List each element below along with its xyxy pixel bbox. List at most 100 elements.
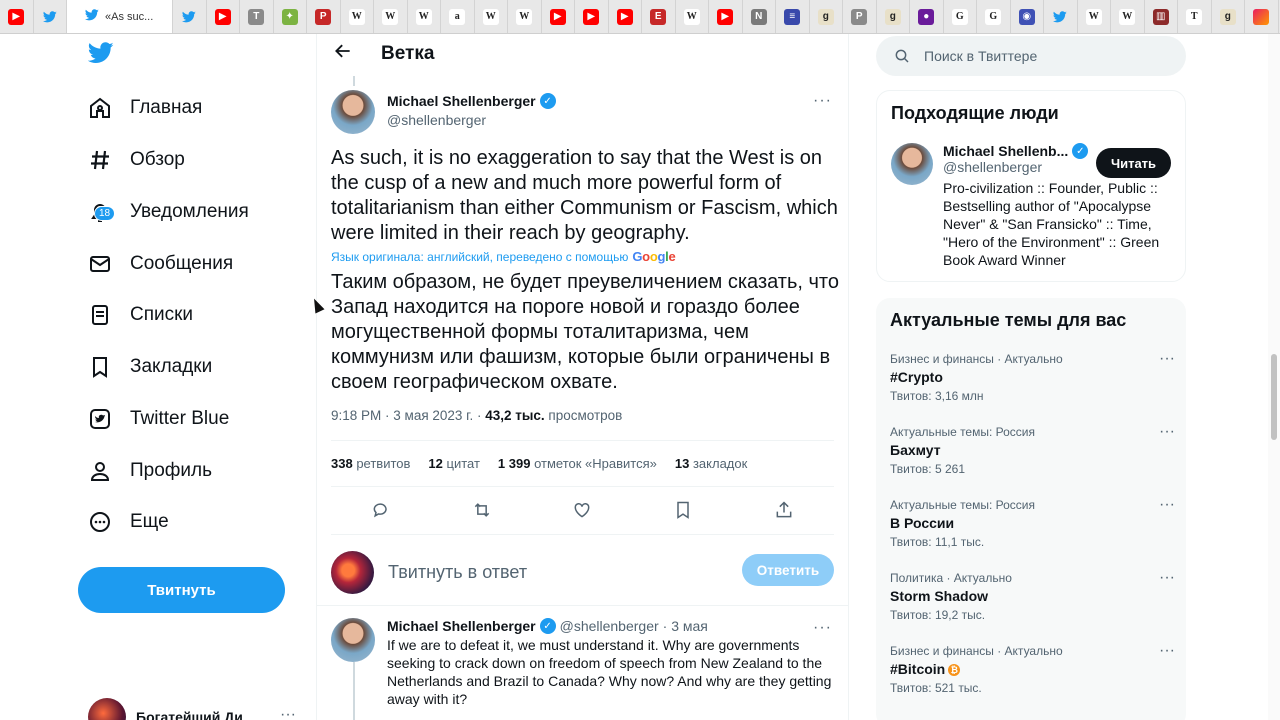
tweet-more-icon[interactable]: ··· [813,92,832,110]
nav-home[interactable]: Главная [88,88,202,128]
trend-more-icon[interactable]: ··· [1159,423,1175,441]
suggestion-name[interactable]: Michael Shellenb... [943,143,1068,159]
browser-tab[interactable]: g [1212,0,1245,33]
browser-tab[interactable]: T [1178,0,1212,33]
browser-tab[interactable]: W [508,0,542,33]
account-more-icon[interactable]: ··· [280,706,296,720]
browser-tab[interactable]: W [408,0,441,33]
browser-tab[interactable]: ▶ [575,0,609,33]
browser-tab[interactable]: P [307,0,341,33]
author-name[interactable]: Michael Shellenberger [387,93,536,109]
browser-tab-active[interactable]: «As suc... [67,0,173,33]
reply-icon[interactable] [371,500,391,525]
author-name[interactable]: Michael Shellenberger [387,618,536,634]
trend-item[interactable]: Актуальные темы: Россия В России Твитов:… [890,496,1175,549]
tab-title: «As suc... [105,10,154,23]
browser-tab[interactable]: ▶ [207,0,240,33]
translation-note[interactable]: Язык оригинала: английский, переведено с… [331,249,676,264]
likes-stat[interactable]: 1 399 отметок «Нравится» [498,456,657,471]
google-icon: G [985,8,1002,25]
bookmark-icon[interactable] [673,500,693,525]
browser-tab[interactable]: ▥ [1145,0,1178,33]
reply-tweet[interactable]: Michael Shellenberger ✓ @shellenberger ·… [331,618,837,708]
browser-tab[interactable]: P [843,0,877,33]
tweet-author[interactable]: Michael Shellenberger ✓ @shellenberger [331,90,556,134]
reply-button[interactable]: Ответить [742,554,834,586]
trend-item[interactable]: Актуальные темы: Россия Бахмут Твитов: 5… [890,423,1175,476]
search-box[interactable]: Поиск в Твиттере [876,36,1186,76]
trend-more-icon[interactable]: ··· [1159,496,1175,514]
nav-bookmarks[interactable]: Закладки [88,347,212,387]
nav-twitter-blue[interactable]: Twitter Blue [88,399,229,439]
account-switcher[interactable]: Богатейший Ди ··· [88,698,296,720]
avatar[interactable] [891,143,933,185]
divider [331,486,834,487]
twitter-logo-icon[interactable] [87,42,114,69]
tweet-timestamp[interactable]: 9:18 PM · 3 мая 2023 г. · [331,408,485,423]
nav-more[interactable]: Еще [88,502,169,542]
browser-tab[interactable]: W [1111,0,1145,33]
bookmarks-stat[interactable]: 13 закладок [675,456,747,471]
browser-tab[interactable] [173,0,207,33]
browser-tab[interactable]: ✦ [274,0,307,33]
like-icon[interactable] [572,500,592,525]
tweet-more-icon[interactable]: ··· [813,619,832,637]
avatar[interactable] [331,618,375,662]
nav-messages[interactable]: Сообщения [88,244,233,284]
browser-tab[interactable]: ◉ [1011,0,1044,33]
browser-tab[interactable]: a [441,0,475,33]
author-handle[interactable]: @shellenberger [560,618,659,634]
browser-tab[interactable]: T [240,0,274,33]
trend-item[interactable]: Бизнес и финансы · Актуально #Bitcoin ₿ Т… [890,642,1175,695]
author-handle[interactable]: @shellenberger [387,112,556,128]
avatar [331,550,374,594]
retweets-stat[interactable]: 338 ретвитов [331,456,410,471]
trend-item[interactable]: Политика · Актуально Storm Shadow Твитов… [890,569,1175,622]
browser-tab[interactable]: N [743,0,776,33]
nav-profile[interactable]: Профиль [88,451,212,491]
reply-input[interactable]: Твитнуть в ответ [388,562,527,583]
browser-tab[interactable] [34,0,67,33]
browser-tab[interactable]: ▶ [542,0,575,33]
browser-tab[interactable] [1044,0,1078,33]
quotes-stat[interactable]: 12 цитат [428,456,480,471]
wikipedia-icon: W [382,8,399,25]
browser-tab[interactable]: W [374,0,408,33]
browser-tab[interactable]: ▶ [609,0,642,33]
share-icon[interactable] [774,500,794,525]
browser-tab[interactable]: ▶ [709,0,743,33]
browser-tab[interactable]: g [810,0,843,33]
browser-tab[interactable]: W [475,0,508,33]
trend-more-icon[interactable]: ··· [1159,569,1175,587]
browser-tab[interactable]: W [1078,0,1111,33]
nav-lists[interactable]: Списки [88,295,193,335]
home-icon [90,97,110,118]
browser-tab[interactable]: G [944,0,977,33]
youtube-icon: ▶ [549,8,566,25]
thread-connector [353,76,355,86]
trend-item[interactable]: Бизнес и финансы · Актуально #Crypto Тви… [890,350,1175,403]
browser-tab[interactable]: ≡ [776,0,810,33]
browser-tab[interactable]: G [977,0,1011,33]
browser-tab[interactable]: ▶ [0,0,34,33]
browser-tab[interactable]: W [676,0,709,33]
trend-more-icon[interactable]: ··· [1159,642,1175,660]
tweet-button[interactable]: Твитнуть [78,567,285,613]
browser-tab[interactable] [1245,0,1279,33]
follow-button[interactable]: Читать [1096,148,1171,178]
browser-tab[interactable]: g [877,0,910,33]
page-scrollbar[interactable] [1268,34,1280,720]
avatar[interactable] [331,90,375,134]
browser-tab[interactable]: W [341,0,374,33]
tweet-date[interactable]: · 3 мая [663,618,708,634]
browser-tab[interactable]: E [642,0,676,33]
browser-tab[interactable]: ● [910,0,944,33]
nav-explore[interactable]: Обзор [88,140,185,180]
twitter-blue-icon [90,409,110,429]
nav-notifications[interactable]: 18 Уведомления [88,192,249,232]
search-input[interactable]: Поиск в Твиттере [924,48,1037,64]
retweet-icon[interactable] [472,500,492,525]
back-arrow-icon[interactable] [333,41,353,67]
scrollbar-thumb[interactable] [1271,354,1277,440]
trend-more-icon[interactable]: ··· [1159,350,1175,368]
